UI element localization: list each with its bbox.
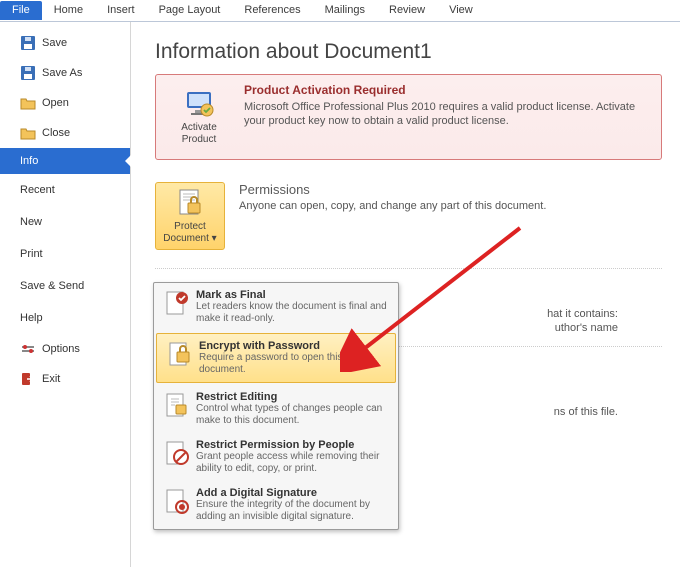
menu-options[interactable]: Options xyxy=(0,334,130,364)
menu-exit[interactable]: Exit xyxy=(0,364,130,394)
protect-document-dropdown: Mark as FinalLet readers know the docume… xyxy=(153,282,399,530)
activation-panel: Activate Product Product Activation Requ… xyxy=(155,74,662,160)
final-icon xyxy=(162,289,190,317)
activation-heading: Product Activation Required xyxy=(244,83,653,97)
dropdown-digital-signature[interactable]: Add a Digital SignatureEnsure the integr… xyxy=(154,481,398,529)
menu-close-label: Close xyxy=(42,127,70,139)
menu-open-label: Open xyxy=(42,97,69,109)
folder-close-icon xyxy=(20,125,36,141)
dropdown-title: Restrict Permission by People xyxy=(196,439,390,451)
dropdown-mark-as-final[interactable]: Mark as FinalLet readers know the docume… xyxy=(154,283,398,331)
menu-save-as[interactable]: Save As xyxy=(0,58,130,88)
restrict-icon xyxy=(162,391,190,419)
permissions-section: Protect Document ▾ Permissions Anyone ca… xyxy=(155,174,662,269)
menu-exit-label: Exit xyxy=(42,373,60,385)
dropdown-desc: Require a password to open this document… xyxy=(199,352,387,376)
menu-info-label: Info xyxy=(20,155,38,167)
dropdown-title: Mark as Final xyxy=(196,289,390,301)
tab-home[interactable]: Home xyxy=(42,1,95,20)
tab-view[interactable]: View xyxy=(437,1,485,20)
dropdown-restrict-editing[interactable]: Restrict EditingControl what types of ch… xyxy=(154,385,398,433)
activate-product-button[interactable]: Activate Product xyxy=(164,83,234,151)
tab-references[interactable]: References xyxy=(232,1,312,20)
tab-insert[interactable]: Insert xyxy=(95,1,147,20)
tab-mailings[interactable]: Mailings xyxy=(313,1,377,20)
menu-open[interactable]: Open xyxy=(0,88,130,118)
file-menu: Save Save As Open Close Info Recent New … xyxy=(0,22,131,567)
dropdown-title: Add a Digital Signature xyxy=(196,487,390,499)
exit-icon xyxy=(20,371,36,387)
signature-icon xyxy=(162,487,190,515)
menu-save-send[interactable]: Save & Send xyxy=(0,270,130,302)
lock-icon xyxy=(165,340,193,368)
disk-icon xyxy=(20,65,36,81)
ribbon-tabs: File Home Insert Page Layout References … xyxy=(0,0,680,22)
permissions-heading: Permissions xyxy=(239,182,662,197)
menu-new[interactable]: New xyxy=(0,206,130,238)
dropdown-desc: Control what types of changes people can… xyxy=(196,403,390,427)
menu-save[interactable]: Save xyxy=(0,28,130,58)
protect-document-button[interactable]: Protect Document ▾ xyxy=(155,182,225,250)
dropdown-desc: Let readers know the document is final a… xyxy=(196,301,390,325)
protect-document-label: Protect Document ▾ xyxy=(160,221,220,245)
options-icon xyxy=(20,341,36,357)
monitor-icon xyxy=(183,88,215,120)
menu-save-as-label: Save As xyxy=(42,67,82,79)
menu-recent[interactable]: Recent xyxy=(0,174,130,206)
dropdown-title: Restrict Editing xyxy=(196,391,390,403)
dropdown-restrict-permission[interactable]: Restrict Permission by PeopleGrant peopl… xyxy=(154,433,398,481)
menu-close[interactable]: Close xyxy=(0,118,130,148)
dropdown-desc: Grant people access while removing their… xyxy=(196,451,390,475)
folder-open-icon xyxy=(20,95,36,111)
tab-file[interactable]: File xyxy=(0,1,42,20)
disk-icon xyxy=(20,35,36,51)
lock-document-icon xyxy=(174,187,206,219)
permissions-body: Anyone can open, copy, and change any pa… xyxy=(239,199,662,213)
tab-review[interactable]: Review xyxy=(377,1,437,20)
menu-help[interactable]: Help xyxy=(0,302,130,334)
dropdown-desc: Ensure the integrity of the document by … xyxy=(196,499,390,523)
menu-save-label: Save xyxy=(42,37,67,49)
menu-options-label: Options xyxy=(42,343,80,355)
dropdown-title: Encrypt with Password xyxy=(199,340,387,352)
page-title: Information about Document1 xyxy=(155,40,662,64)
menu-info[interactable]: Info xyxy=(0,148,130,174)
activate-product-label: Activate Product xyxy=(169,122,229,146)
dropdown-encrypt-with-password[interactable]: Encrypt with PasswordRequire a password … xyxy=(156,333,396,383)
chevron-down-icon: ▾ xyxy=(209,233,217,244)
activation-body: Microsoft Office Professional Plus 2010 … xyxy=(244,100,653,128)
tab-page-layout[interactable]: Page Layout xyxy=(147,1,233,20)
people-block-icon xyxy=(162,439,190,467)
menu-print[interactable]: Print xyxy=(0,238,130,270)
